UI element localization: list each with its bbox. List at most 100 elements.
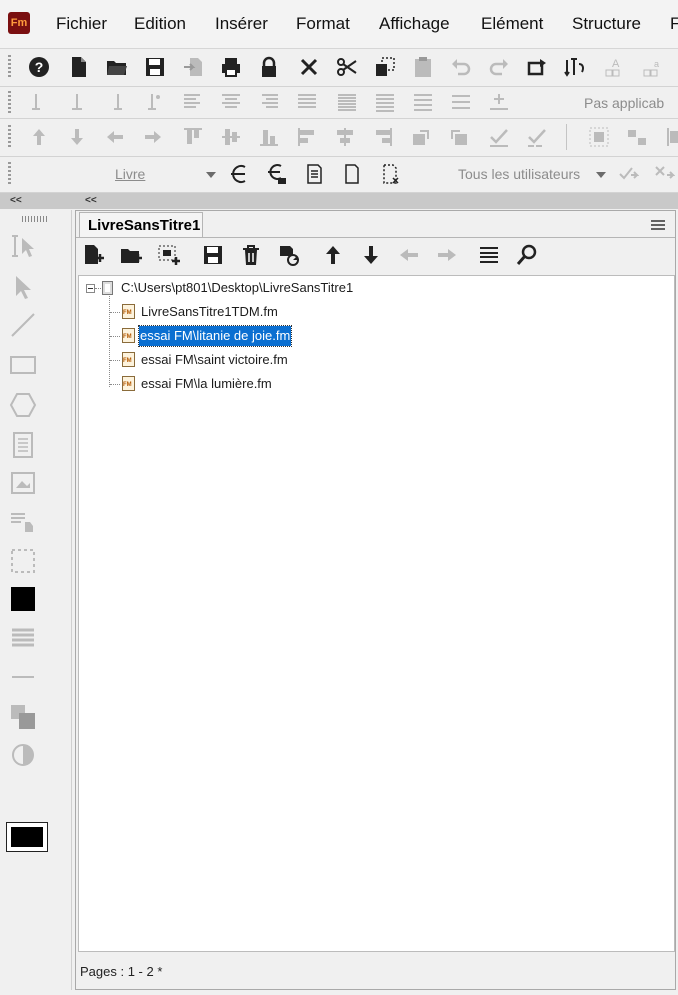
document-list-icon[interactable] [301,161,327,187]
book-combo[interactable]: Livre [115,166,145,182]
book-file-item[interactable]: essai FM\saint victoire.fm [140,350,289,370]
spacing-onehalf-icon[interactable] [372,89,398,115]
line-width-icon[interactable] [8,624,38,654]
overprint-icon[interactable] [8,702,38,732]
copy-icon[interactable] [372,54,398,80]
menu-structure[interactable]: Structure [572,14,641,34]
hand-tool-icon[interactable] [8,508,38,538]
add-group-icon[interactable] [156,242,182,268]
rectangle-tool-icon[interactable] [8,350,38,380]
tab-right-icon[interactable] [102,89,128,115]
align-center-icon[interactable] [218,89,244,115]
line-style-icon[interactable] [8,662,38,692]
spacing-fixed-icon[interactable] [448,89,474,115]
align-left-icon[interactable] [180,89,206,115]
spacing-double-icon[interactable] [410,89,436,115]
paragraph-tag-combo[interactable]: Pas applicab [584,95,664,111]
update-book-icon[interactable] [276,242,302,268]
book-file-item[interactable]: LivreSansTitre1TDM.fm [140,302,279,322]
palette-grip[interactable] [22,216,48,222]
object-select-tool-icon[interactable] [8,272,38,302]
toolbar-grip[interactable] [8,55,11,79]
line-tool-icon[interactable] [8,310,38,340]
cut-icon[interactable] [334,54,360,80]
align-centers-icon[interactable] [332,124,358,150]
distribute-icon[interactable] [660,124,678,150]
search-icon[interactable] [514,242,540,268]
spacing-single-icon[interactable] [334,89,360,115]
align-lefts-icon[interactable] [294,124,320,150]
demote-left-icon[interactable] [396,242,422,268]
add-file-icon[interactable] [80,242,106,268]
graphic-frame-tool-icon[interactable] [8,468,38,498]
toolbar-grip[interactable] [8,91,11,113]
redo-icon[interactable] [486,54,512,80]
save-icon[interactable] [142,54,168,80]
menu-inserer[interactable]: Insérer [215,14,268,34]
repeat-icon[interactable] [524,54,550,80]
reject-change-icon[interactable] [651,161,677,187]
print-icon[interactable] [218,54,244,80]
menu-format[interactable]: Format [296,14,350,34]
align-middles-icon[interactable] [218,124,244,150]
new-document-icon[interactable] [66,54,92,80]
align-bottoms-icon[interactable] [256,124,282,150]
collapse-right-button[interactable]: << [85,193,97,209]
collapse-toggle[interactable] [86,284,95,293]
arrow-down-icon[interactable] [64,124,90,150]
tab-decimal-icon[interactable] [140,89,166,115]
ungroup-icon[interactable] [624,124,650,150]
check-all-icon[interactable] [524,124,550,150]
lock-icon[interactable] [256,54,282,80]
book-root-label[interactable]: C:\Users\pt801\Desktop\LivreSansTitre1 [121,278,353,298]
flip-icon[interactable] [446,124,472,150]
move-up-icon[interactable] [320,242,346,268]
accept-change-icon[interactable] [615,161,641,187]
menu-affichage[interactable]: Affichage [379,14,450,34]
check-icon[interactable] [486,124,512,150]
tab-left-icon[interactable] [26,89,52,115]
polygon-tool-icon[interactable] [8,390,38,420]
menu-fichier[interactable]: Fichier [56,14,107,34]
font-larger-icon[interactable]: A [602,54,628,80]
page-remove-icon[interactable] [377,161,403,187]
align-tops-icon[interactable] [180,124,206,150]
book-file-item-selected[interactable]: essai FM\litanie de joie.fm [137,325,293,347]
spacing-plus-icon[interactable] [486,89,512,115]
marquee-tool-icon[interactable] [8,546,38,576]
align-rights-icon[interactable] [370,124,396,150]
delete-file-icon[interactable] [238,242,264,268]
justify-icon[interactable] [294,89,320,115]
tab-center-icon[interactable] [64,89,90,115]
undo-icon[interactable] [448,54,474,80]
open-folder-icon[interactable] [104,54,130,80]
menu-overflow[interactable]: F [670,14,678,34]
book-tab[interactable]: LivreSansTitre1 [79,212,203,238]
text-frame-tool-icon[interactable] [8,430,38,460]
toolbar-grip[interactable] [8,125,11,149]
rotate-icon[interactable] [408,124,434,150]
fill-color-icon[interactable] [8,584,38,614]
toolbar-grip[interactable] [8,162,11,186]
chevron-down-icon[interactable] [596,172,606,178]
align-right-icon[interactable] [256,89,282,115]
delete-icon[interactable] [296,54,322,80]
tint-icon[interactable] [8,740,38,770]
conditional-lock-icon[interactable] [263,161,289,187]
conditional-text-icon[interactable] [225,161,251,187]
arrow-right-icon[interactable] [140,124,166,150]
arrow-up-icon[interactable] [26,124,52,150]
book-file-item[interactable]: essai FM\la lumière.fm [140,374,273,394]
menu-element[interactable]: Elément [481,14,543,34]
panel-menu-icon[interactable] [648,216,668,234]
arrow-left-icon[interactable] [102,124,128,150]
color-swatch[interactable] [6,822,48,852]
save-book-icon[interactable] [200,242,226,268]
list-view-icon[interactable] [476,242,502,268]
users-combo[interactable]: Tous les utilisateurs [458,166,580,182]
import-icon[interactable] [180,54,206,80]
promote-right-icon[interactable] [434,242,460,268]
text-select-tool-icon[interactable] [8,232,38,262]
font-smaller-icon[interactable]: a [640,54,666,80]
paste-icon[interactable] [410,54,436,80]
